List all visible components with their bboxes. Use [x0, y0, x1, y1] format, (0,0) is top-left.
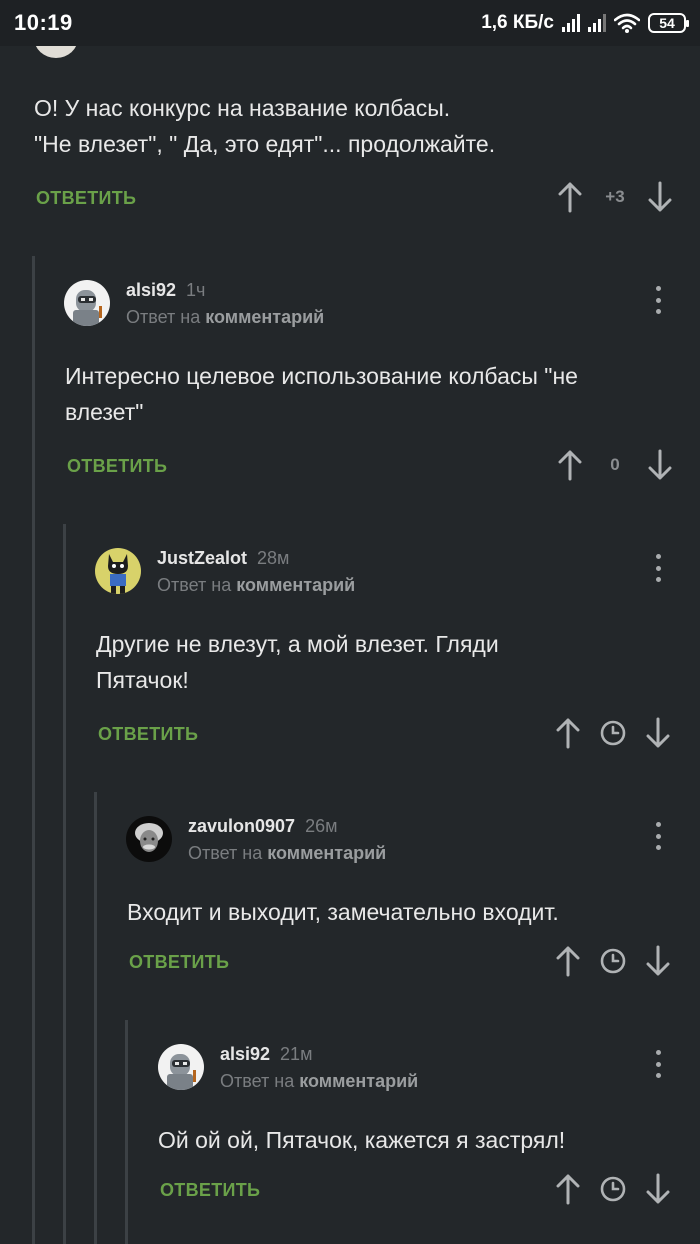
comment-text: Входит и выходит, замечательно входит. [127, 899, 559, 925]
vote-controls: +3 [555, 180, 675, 214]
upvote-button[interactable] [555, 448, 585, 482]
thread-line [63, 524, 66, 1244]
comment-time: 28м [257, 548, 290, 568]
status-icons: 1,6 КБ/с 54 [481, 12, 689, 34]
upvote-button[interactable] [553, 944, 583, 978]
comment-text: О! У нас конкурс на название колбасы. "Н… [34, 95, 496, 157]
arrow-up-icon [556, 946, 580, 977]
more-options-icon[interactable] [648, 284, 668, 316]
comment-meta: alsi92 21м Ответ на комментарий [220, 1044, 418, 1092]
downvote-button[interactable] [645, 180, 675, 214]
comment-meta: zavulon0907 26м Ответ на комментарий [188, 816, 386, 864]
comment-header: JustZealot 28м Ответ на комментарий [95, 548, 355, 596]
comment-score: +3 [605, 187, 625, 206]
reply-to-label: Ответ на комментарий [188, 843, 387, 863]
comment-time: 26м [305, 816, 338, 836]
reply-to-label: Ответ на комментарий [157, 575, 356, 595]
reply-button[interactable]: ОТВЕТИТЬ [67, 456, 167, 477]
avatar[interactable] [95, 548, 141, 594]
thread-line [32, 256, 35, 1244]
comment-time: 21м [280, 1044, 313, 1064]
username[interactable]: JustZealot [157, 548, 247, 569]
avatar[interactable] [126, 816, 172, 862]
score-pending [583, 1176, 643, 1202]
vote-controls [553, 944, 673, 978]
upvote-button[interactable] [555, 180, 585, 214]
reply-to-label: Ответ на комментарий [126, 307, 325, 327]
vote-controls [553, 1172, 673, 1206]
comment-meta: alsi92 1ч Ответ на комментарий [126, 280, 324, 328]
comment-header: zavulon0907 26м Ответ на комментарий [126, 816, 386, 864]
username[interactable]: alsi92 [126, 280, 176, 301]
upvote-button[interactable] [553, 1172, 583, 1206]
downvote-button[interactable] [643, 716, 673, 750]
comment-text: Другие не влезут, а мой влезет. Гляди Пя… [96, 631, 499, 693]
battery-level: 54 [659, 15, 675, 31]
status-time: 10:19 [14, 10, 73, 35]
arrow-down-icon [646, 717, 670, 748]
downvote-button[interactable] [645, 448, 675, 482]
reply-button[interactable]: ОТВЕТИТЬ [36, 188, 136, 209]
reply-to-link[interactable]: комментарий [205, 307, 324, 327]
clock-icon [600, 948, 626, 974]
portrait-avatar-icon [126, 816, 172, 862]
comment-text: Ой ой ой, Пятачок, кажется я застрял! [158, 1127, 566, 1153]
arrow-down-icon [646, 945, 670, 976]
wifi-icon [614, 13, 640, 33]
reply-button[interactable]: ОТВЕТИТЬ [98, 724, 198, 745]
arrow-down-icon [648, 181, 672, 212]
avatar[interactable] [158, 1044, 204, 1090]
comment-header: alsi92 1ч Ответ на комментарий [64, 280, 324, 328]
vote-controls: 0 [555, 448, 675, 482]
comment-text: Интересно целевое использование колбасы … [65, 363, 578, 425]
robot-avatar-icon [64, 280, 110, 326]
reply-to-link[interactable]: комментарий [236, 575, 355, 595]
cell-signal-icon [562, 14, 580, 32]
clock-icon [600, 720, 626, 746]
arrow-up-icon [558, 182, 582, 213]
clock-icon [600, 1176, 626, 1202]
thread-line [94, 792, 97, 1244]
more-options-icon[interactable] [648, 1048, 668, 1080]
avatar[interactable] [64, 280, 110, 326]
reply-to-link[interactable]: комментарий [299, 1071, 418, 1091]
arrow-down-icon [646, 1173, 670, 1204]
downvote-button[interactable] [643, 1172, 673, 1206]
reply-to-label: Ответ на комментарий [220, 1071, 419, 1091]
reply-to-link[interactable]: комментарий [267, 843, 386, 863]
network-speed: 1,6 КБ/с [481, 12, 554, 33]
score-pending [583, 720, 643, 746]
cell-signal-2-icon [588, 14, 606, 32]
arrow-down-icon [648, 449, 672, 480]
comment-time: 1ч [186, 280, 206, 300]
more-options-icon[interactable] [648, 552, 668, 584]
robot-avatar-icon [158, 1044, 204, 1090]
battery-icon: 54 [648, 13, 689, 33]
reply-button[interactable]: ОТВЕТИТЬ [160, 1180, 260, 1201]
status-bar: 10:19 1,6 КБ/с 54 [0, 0, 700, 46]
thread-line [125, 1020, 128, 1244]
arrow-up-icon [558, 450, 582, 481]
vote-controls [553, 716, 673, 750]
comment-meta: JustZealot 28м Ответ на комментарий [157, 548, 355, 596]
comment-score: 0 [610, 455, 620, 474]
arrow-up-icon [556, 718, 580, 749]
cat-avatar-icon [95, 548, 141, 594]
reply-button[interactable]: ОТВЕТИТЬ [129, 952, 229, 973]
arrow-up-icon [556, 1174, 580, 1205]
more-options-icon[interactable] [648, 820, 668, 852]
username[interactable]: alsi92 [220, 1044, 270, 1065]
comment-header: alsi92 21м Ответ на комментарий [158, 1044, 418, 1092]
username[interactable]: zavulon0907 [188, 816, 295, 837]
score-pending [583, 948, 643, 974]
upvote-button[interactable] [553, 716, 583, 750]
downvote-button[interactable] [643, 944, 673, 978]
